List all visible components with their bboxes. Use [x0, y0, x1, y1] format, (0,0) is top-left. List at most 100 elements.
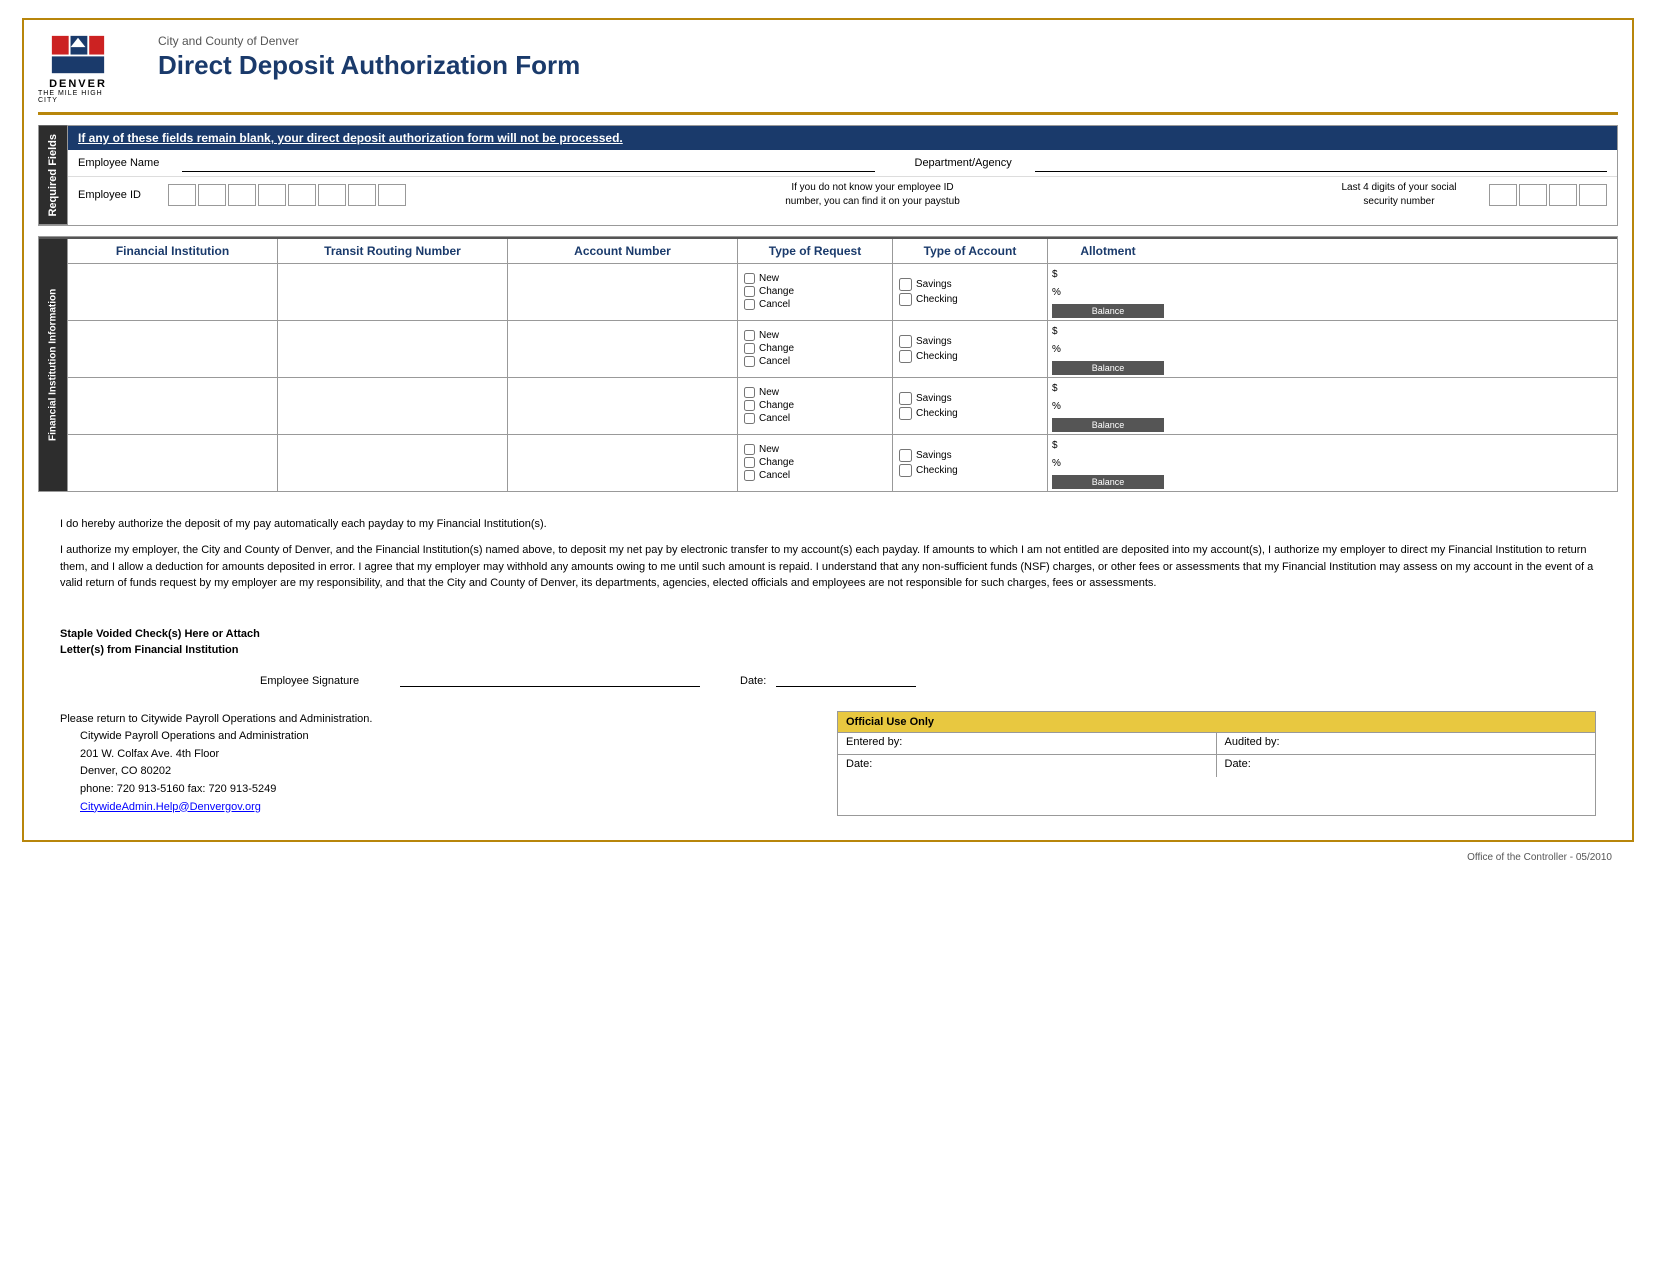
official-date-2: Date:: [1217, 755, 1596, 777]
new-checkbox-1[interactable]: [744, 273, 755, 284]
account-input-4[interactable]: [512, 439, 733, 487]
financial-table-header: Financial Institution Transit Routing Nu…: [68, 239, 1617, 264]
savings-checkbox-4[interactable]: [899, 449, 912, 462]
date-label: Date:: [740, 675, 766, 687]
social-box-2[interactable]: [1519, 184, 1547, 206]
financial-row-1: New Change Cancel Savings Checking $ % B…: [68, 264, 1617, 321]
cancel-checkbox-3[interactable]: [744, 413, 755, 424]
financial-section: Financial Institution Information Financ…: [38, 236, 1618, 492]
change-checkbox-1[interactable]: [744, 286, 755, 297]
return-line-5: phone: 720 913-5160 fax: 720 913-5249: [60, 781, 817, 799]
social-box-1[interactable]: [1489, 184, 1517, 206]
header-account: Account Number: [508, 239, 738, 263]
balance-btn-4[interactable]: Balance: [1052, 475, 1164, 489]
cancel-checkbox-1[interactable]: [744, 299, 755, 310]
id-box-5[interactable]: [288, 184, 316, 206]
new-checkbox-3[interactable]: [744, 387, 755, 398]
allot-percent-3[interactable]: [1064, 399, 1164, 415]
social-box-3[interactable]: [1549, 184, 1577, 206]
account-cell-4[interactable]: [508, 435, 738, 491]
change-checkbox-4[interactable]: [744, 457, 755, 468]
id-box-2[interactable]: [198, 184, 226, 206]
account-input-3[interactable]: [512, 382, 733, 430]
account-input-1[interactable]: [512, 268, 733, 316]
institution-cell-2[interactable]: [68, 321, 278, 377]
account-cell-3[interactable]: [508, 378, 738, 434]
balance-btn-1[interactable]: Balance: [1052, 304, 1164, 318]
routing-input-1[interactable]: [282, 268, 503, 316]
date-line[interactable]: [776, 669, 916, 687]
official-date-row: Date: Date:: [838, 755, 1595, 777]
savings-checkbox-2[interactable]: [899, 335, 912, 348]
official-use-section: Official Use Only Entered by: Audited by…: [837, 711, 1596, 817]
allot-dollar-3[interactable]: [1064, 381, 1164, 397]
institution-cell-4[interactable]: [68, 435, 278, 491]
institution-input-2[interactable]: [72, 325, 273, 373]
id-box-6[interactable]: [318, 184, 346, 206]
account-input-2[interactable]: [512, 325, 733, 373]
empid-note: If you do not know your employee IDnumbe…: [426, 181, 1319, 209]
allot-percent-4[interactable]: [1064, 456, 1164, 472]
required-fields-label: Required Fields: [39, 126, 67, 225]
logo-text: DENVER: [49, 78, 107, 90]
social-box-4[interactable]: [1579, 184, 1607, 206]
allotment-cell-1: $ % Balance: [1048, 264, 1168, 320]
account-cell-2[interactable]: [508, 321, 738, 377]
official-entered-row: Entered by: Audited by:: [838, 733, 1595, 755]
routing-cell-1[interactable]: [278, 264, 508, 320]
savings-checkbox-1[interactable]: [899, 278, 912, 291]
financial-row-2: New Change Cancel Savings Checking $ % B…: [68, 321, 1617, 378]
routing-cell-2[interactable]: [278, 321, 508, 377]
checking-checkbox-1[interactable]: [899, 293, 912, 306]
cancel-checkbox-4[interactable]: [744, 470, 755, 481]
employee-signature-label: Employee Signature: [260, 675, 390, 687]
institution-cell-3[interactable]: [68, 378, 278, 434]
id-box-1[interactable]: [168, 184, 196, 206]
request-type-cell-2: New Change Cancel: [738, 321, 893, 377]
cancel-checkbox-2[interactable]: [744, 356, 755, 367]
checking-checkbox-4[interactable]: [899, 464, 912, 477]
new-checkbox-4[interactable]: [744, 444, 755, 455]
institution-input-1[interactable]: [72, 268, 273, 316]
routing-input-3[interactable]: [282, 382, 503, 430]
change-checkbox-2[interactable]: [744, 343, 755, 354]
account-cell-1[interactable]: [508, 264, 738, 320]
change-checkbox-3[interactable]: [744, 400, 755, 411]
checking-checkbox-3[interactable]: [899, 407, 912, 420]
routing-input-4[interactable]: [282, 439, 503, 487]
text-1: I do hereby authorize the deposit of my …: [60, 516, 1596, 533]
routing-cell-3[interactable]: [278, 378, 508, 434]
financial-section-label: Financial Institution Information: [39, 239, 67, 491]
checking-checkbox-2[interactable]: [899, 350, 912, 363]
institution-cell-1[interactable]: [68, 264, 278, 320]
allot-percent-2[interactable]: [1064, 342, 1164, 358]
institution-input-4[interactable]: [72, 439, 273, 487]
logo-subtext: THE MILE HIGH CITY: [38, 90, 118, 104]
department-input[interactable]: [1035, 154, 1608, 172]
id-box-8[interactable]: [378, 184, 406, 206]
required-fields-section: Required Fields If any of these fields r…: [38, 125, 1618, 226]
balance-btn-2[interactable]: Balance: [1052, 361, 1164, 375]
savings-checkbox-3[interactable]: [899, 392, 912, 405]
allot-dollar-2[interactable]: [1064, 324, 1164, 340]
header: DENVER THE MILE HIGH CITY City and Count…: [38, 34, 1618, 115]
header-routing: Transit Routing Number: [278, 239, 508, 263]
return-line-3: 201 W. Colfax Ave. 4th Floor: [60, 746, 817, 764]
new-checkbox-2[interactable]: [744, 330, 755, 341]
signature-line[interactable]: [400, 669, 700, 687]
official-date-1: Date:: [838, 755, 1217, 777]
institution-input-3[interactable]: [72, 382, 273, 430]
employee-name-row: Employee Name Department/Agency: [68, 150, 1617, 177]
allot-percent-1[interactable]: [1064, 285, 1164, 301]
id-box-7[interactable]: [348, 184, 376, 206]
routing-input-2[interactable]: [282, 325, 503, 373]
allot-dollar-4[interactable]: [1064, 438, 1164, 454]
id-box-3[interactable]: [228, 184, 256, 206]
id-box-4[interactable]: [258, 184, 286, 206]
balance-btn-3[interactable]: Balance: [1052, 418, 1164, 432]
financial-row-4: New Change Cancel Savings Checking $ % B…: [68, 435, 1617, 491]
routing-cell-4[interactable]: [278, 435, 508, 491]
allot-dollar-1[interactable]: [1064, 267, 1164, 283]
employee-name-input[interactable]: [182, 154, 875, 172]
email-link[interactable]: CitywideAdmin.Help@Denvergov.org: [80, 801, 261, 813]
